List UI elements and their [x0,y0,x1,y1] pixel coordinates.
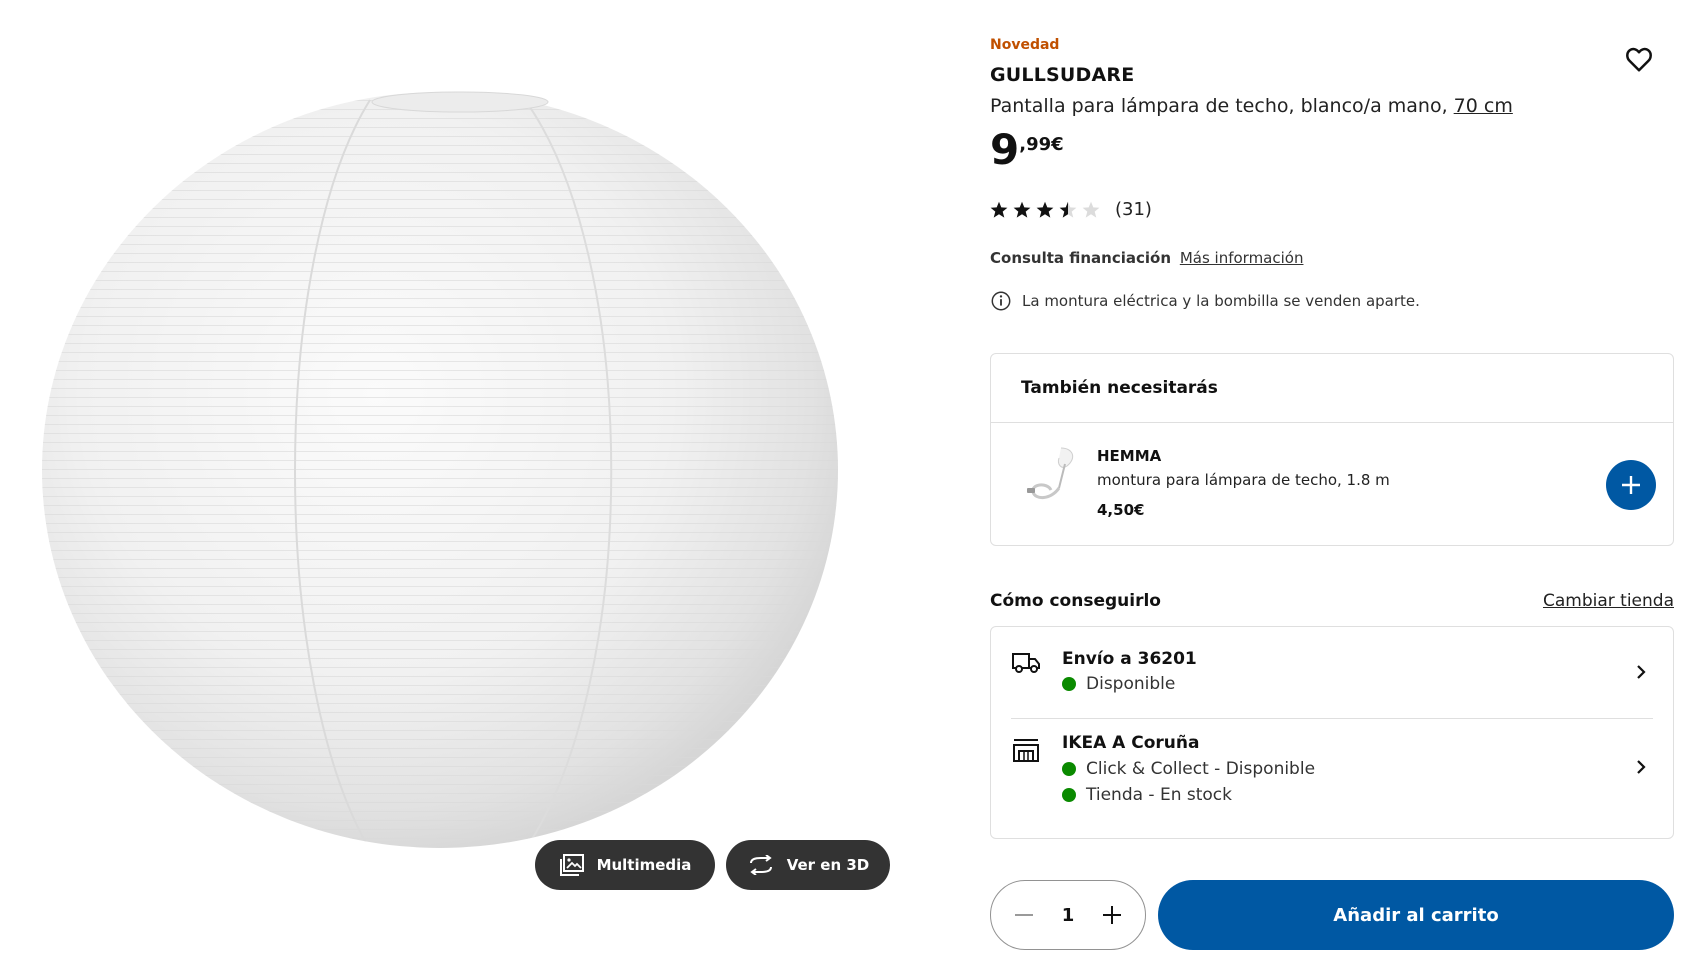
new-badge: Novedad [990,37,1060,53]
delivery-status-text: Disponible [1086,674,1176,694]
financing-label: Consulta financiación [990,249,1172,267]
status-dot [1062,788,1076,802]
size-link[interactable]: 70 cm [1454,95,1513,117]
product-name: GULLSUDARE [990,64,1135,86]
store-icon [1013,739,1039,762]
status-dot [1062,677,1076,691]
truck-icon [1012,653,1040,673]
multimedia-button[interactable]: Multimedia [535,840,715,890]
status-dot [1062,762,1076,776]
collect-status: Click & Collect - Disponible [1062,759,1315,779]
view-3d-label: Ver en 3D [786,856,870,874]
view-3d-button[interactable]: Ver en 3D [726,840,890,890]
star-icon [1082,201,1100,218]
decrease-quantity-button[interactable] [1009,900,1039,930]
rating-count: (31) [1115,199,1152,220]
multimedia-label: Multimedia [596,856,692,874]
hemma-description: montura para lámpara de techo, 1.8 m [1097,471,1390,489]
quantity-stepper: 1 [990,880,1146,950]
product-info-panel: Novedad GULLSUDARE Pantalla para lámpara… [990,0,1674,956]
add-hemma-button[interactable] [1606,460,1656,510]
also-needed-card: También necesitarás HEMMA montura para l… [990,353,1674,546]
stock-status-text: Tienda - En stock [1086,785,1233,805]
gallery-icon [559,854,584,876]
add-to-cart-button[interactable]: Añadir al carrito [1158,880,1674,950]
star-icon [1013,201,1031,218]
collect-status-text: Click & Collect - Disponible [1086,759,1316,779]
star-icon [1059,201,1077,218]
notice-text: La montura eléctrica y la bombilla se ve… [1022,292,1420,310]
price-integer: 9 [990,125,1020,174]
delivery-row[interactable]: Envío a 36201 Disponible [991,627,1673,718]
rating-stars [990,201,1100,219]
minus-icon [1015,914,1033,916]
delivery-title: Envío a 36201 [1062,649,1197,669]
product-price: 9 ,99€ [990,126,1064,174]
quantity-value[interactable]: 1 [1062,905,1075,926]
product-description: Pantalla para lámpara de techo, blanco/a… [990,95,1448,117]
plus-icon [1622,476,1640,494]
hemma-image[interactable] [1021,444,1087,514]
chevron-right-icon [1637,760,1646,774]
rating[interactable]: (31) [990,199,1152,220]
product-gallery: Multimedia Ver en 3D [0,0,900,956]
how-to-get-title: Cómo conseguirlo [990,591,1161,611]
product-description-line: Pantalla para lámpara de techo, blanco/a… [990,95,1513,117]
star-icon [1036,201,1054,218]
plus-icon [1103,906,1121,924]
increase-quantity-button[interactable] [1097,900,1127,930]
divider [991,422,1673,423]
chevron-right-icon [1637,665,1646,679]
hemma-name: HEMMA [1097,447,1162,465]
star-icon [990,201,1008,218]
financing-link[interactable]: Más información [1180,249,1304,267]
product-image[interactable] [40,60,840,880]
rotate-icon [749,855,772,875]
heart-icon[interactable] [1624,44,1654,74]
change-store-link[interactable]: Cambiar tienda [1543,591,1674,611]
store-row[interactable]: IKEA A Coruña Click & Collect - Disponib… [991,719,1673,839]
info-icon [991,291,1011,311]
availability-card: Envío a 36201 Disponible IKEA A Coruña C… [990,626,1674,839]
delivery-status: Disponible [1062,674,1175,694]
stock-status: Tienda - En stock [1062,785,1232,805]
notice: La montura eléctrica y la bombilla se ve… [990,290,1420,312]
price-decimal: ,99€ [1019,134,1064,155]
financing-line: Consulta financiación Más información [990,249,1303,267]
also-needed-title: También necesitarás [1021,378,1218,398]
store-title: IKEA A Coruña [1062,733,1200,753]
hemma-price: 4,50€ [1097,501,1145,519]
